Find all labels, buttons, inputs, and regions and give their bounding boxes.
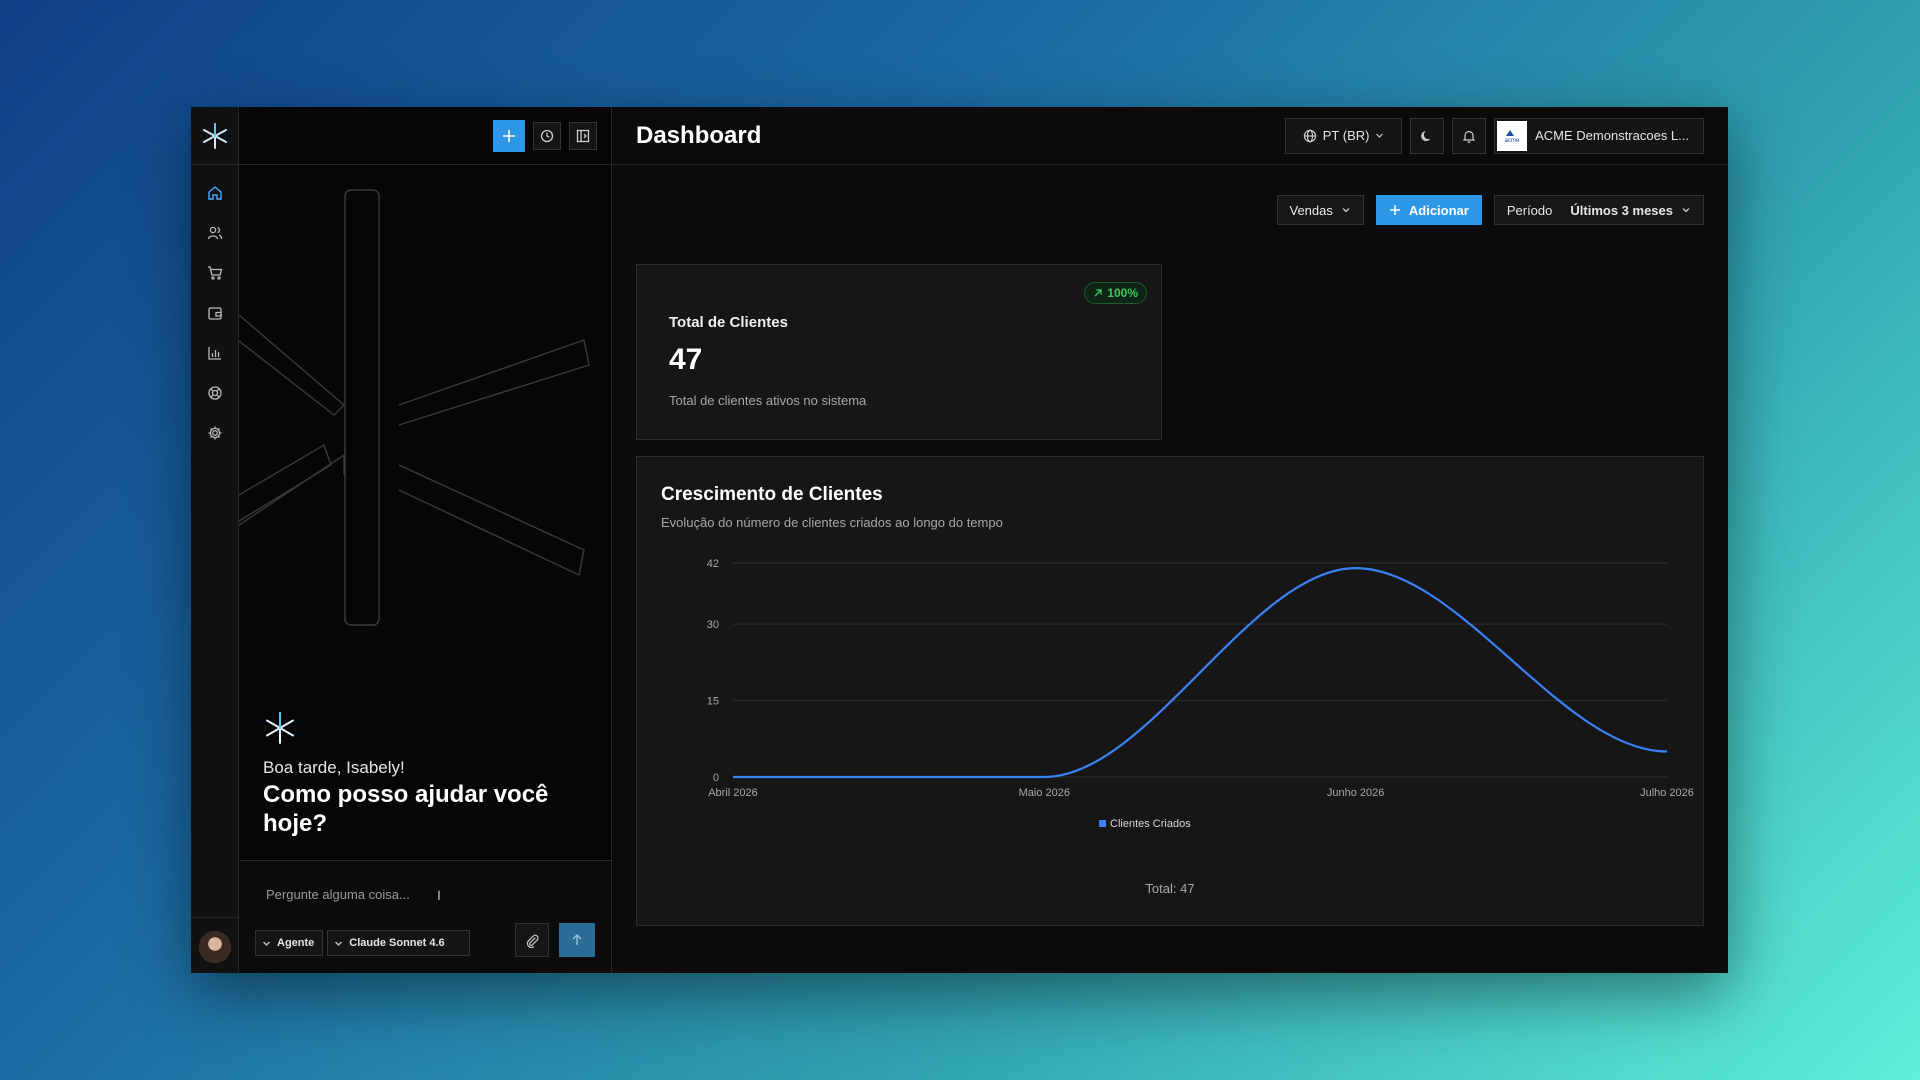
notifications-button[interactable] bbox=[1452, 117, 1487, 154]
chat-input[interactable]: Pergunte alguma coisa... bbox=[266, 887, 410, 902]
attach-button[interactable] bbox=[515, 923, 549, 957]
y-tick-label: 42 bbox=[707, 558, 719, 570]
x-tick-label: Julho 2026 bbox=[1640, 787, 1694, 799]
client-growth-card: Crescimento de Clientes Evolução do núme… bbox=[636, 456, 1704, 926]
sidebar-toggle-icon bbox=[576, 129, 590, 142]
plus-icon bbox=[503, 129, 515, 142]
chevron-down-icon bbox=[335, 941, 343, 946]
support-icon[interactable] bbox=[203, 381, 227, 405]
page-title: Dashboard bbox=[636, 121, 762, 149]
legend-swatch bbox=[1099, 820, 1106, 827]
period-label: Período bbox=[1506, 202, 1553, 218]
app-logo[interactable] bbox=[191, 107, 239, 165]
organization-select[interactable]: acme ACME Demonstracoes L... bbox=[1494, 117, 1704, 154]
x-tick-label: Maio 2026 bbox=[1019, 787, 1070, 799]
growth-badge: 100% bbox=[1084, 282, 1147, 304]
chat-composer: Pergunte alguma coisa... I Agente Claude… bbox=[239, 860, 611, 973]
language-select[interactable]: PT (BR) bbox=[1285, 117, 1403, 154]
model-label: Claude Sonnet 4.6 bbox=[349, 937, 445, 949]
chevron-down-icon bbox=[1376, 133, 1384, 138]
paperclip-icon bbox=[526, 934, 539, 948]
trend-up-icon bbox=[1094, 289, 1102, 297]
view-select[interactable]: Vendas bbox=[1276, 195, 1364, 225]
settings-icon[interactable] bbox=[203, 421, 227, 445]
toggle-panel-button[interactable] bbox=[569, 121, 597, 150]
wallet-icon[interactable] bbox=[203, 301, 227, 325]
kpi-value: 47 bbox=[669, 343, 703, 376]
y-tick-label: 30 bbox=[707, 619, 719, 631]
dashboard-toolbar: Vendas Adicionar Período Últimos 3 meses bbox=[1276, 195, 1704, 225]
bell-icon bbox=[1462, 130, 1476, 143]
organization-logo: acme bbox=[1497, 120, 1528, 151]
home-icon[interactable] bbox=[203, 181, 227, 205]
y-tick-label: 15 bbox=[707, 696, 719, 708]
model-select[interactable]: Claude Sonnet 4.6 bbox=[327, 930, 471, 956]
language-label: PT (BR) bbox=[1322, 128, 1370, 143]
x-tick-label: Abril 2026 bbox=[708, 787, 758, 799]
series-line bbox=[732, 566, 1668, 779]
assistant-welcome: Boa tarde, Isabely! Como posso ajudar vo… bbox=[239, 165, 611, 860]
greeting-block: Boa tarde, Isabely! Como posso ajudar vo… bbox=[263, 711, 583, 838]
organization-name: ACME Demonstracoes L... bbox=[1535, 128, 1689, 143]
chevron-down-icon bbox=[1342, 208, 1350, 213]
total-clients-card: 100% Total de Clientes 47 Total de clien… bbox=[636, 264, 1162, 440]
svg-text:acme: acme bbox=[1505, 138, 1520, 143]
kpi-label: Total de Clientes bbox=[669, 314, 788, 331]
top-bar: Dashboard PT (BR) acme ACME Demonstracoe… bbox=[612, 107, 1728, 165]
top-bar-actions: PT (BR) acme ACME Demonstracoes L... bbox=[1285, 117, 1704, 154]
rail-nav bbox=[203, 181, 227, 445]
period-value: Últimos 3 meses bbox=[1570, 202, 1673, 218]
period-select[interactable]: Período Últimos 3 meses bbox=[1493, 195, 1704, 225]
app-window: Boa tarde, Isabely! Como posso ajudar vo… bbox=[191, 107, 1728, 973]
clock-icon bbox=[540, 129, 554, 142]
arrow-up-icon bbox=[572, 934, 582, 945]
add-button[interactable]: Adicionar bbox=[1375, 195, 1482, 225]
greeting-heading: Como posso ajudar você hoje? bbox=[263, 781, 549, 837]
cart-icon[interactable] bbox=[203, 261, 227, 285]
composer-options: Agente Claude Sonnet 4.6 bbox=[255, 930, 471, 956]
theme-toggle-button[interactable] bbox=[1410, 117, 1445, 154]
users-icon[interactable] bbox=[203, 221, 227, 245]
chevron-down-icon bbox=[1682, 208, 1690, 213]
kpi-description: Total de clientes ativos no sistema bbox=[669, 393, 867, 408]
greeting-text: Boa tarde, Isabely! bbox=[263, 758, 405, 777]
globe-icon bbox=[1303, 129, 1316, 142]
view-select-label: Vendas bbox=[1289, 202, 1333, 218]
assistant-star-icon bbox=[266, 712, 294, 744]
plus-icon bbox=[1389, 205, 1400, 215]
asterisk-logo-icon bbox=[202, 122, 227, 149]
x-tick-label: Junho 2026 bbox=[1327, 787, 1385, 799]
avatar-area bbox=[191, 917, 239, 973]
assistant-panel: Boa tarde, Isabely! Como posso ajudar vo… bbox=[239, 107, 612, 973]
legend-label: Clientes Criados bbox=[1110, 818, 1191, 830]
mode-label: Agente bbox=[277, 937, 315, 949]
send-button[interactable] bbox=[559, 923, 595, 957]
y-tick-label: 0 bbox=[713, 772, 719, 784]
acme-logo-icon: acme bbox=[1505, 129, 1520, 143]
icon-rail bbox=[191, 107, 239, 973]
mode-select[interactable]: Agente bbox=[255, 930, 324, 956]
chevron-down-icon bbox=[263, 941, 270, 946]
line-chart: 0 15 30 42 Abril 2026 Maio 2026 Junho 2026 Julh… bbox=[707, 558, 1694, 830]
assistant-toolbar bbox=[239, 107, 611, 165]
text-cursor-icon: I bbox=[437, 887, 441, 903]
chart-total: Total: 47 bbox=[1145, 881, 1195, 896]
bar-chart-icon[interactable] bbox=[203, 341, 227, 365]
growth-badge-value: 100% bbox=[1107, 286, 1138, 300]
avatar[interactable] bbox=[199, 931, 231, 963]
add-button-label: Adicionar bbox=[1408, 202, 1469, 218]
main-content: Dashboard PT (BR) acme ACME Demonstracoe… bbox=[612, 107, 1728, 973]
history-button[interactable] bbox=[533, 121, 561, 150]
new-chat-button[interactable] bbox=[493, 119, 525, 152]
moon-icon bbox=[1421, 130, 1431, 141]
